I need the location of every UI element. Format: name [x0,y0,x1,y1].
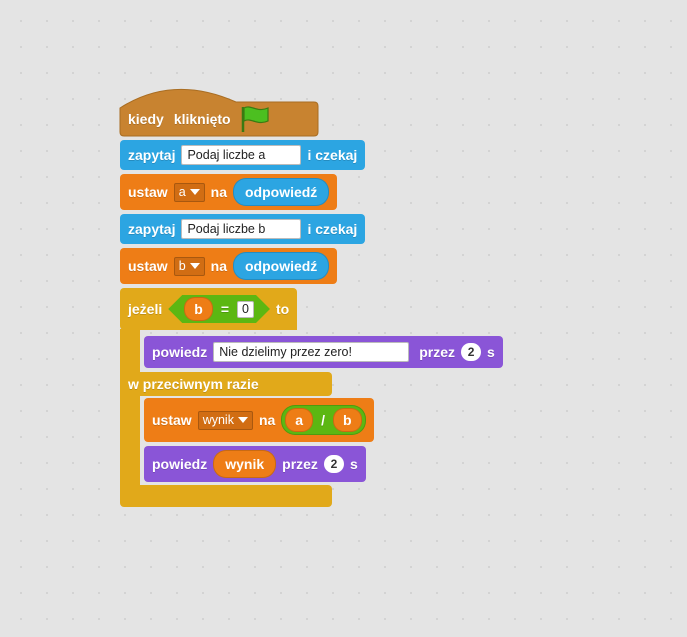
answer-reporter[interactable]: odpowiedź [232,252,330,280]
seconds-input[interactable]: 2 [323,455,344,473]
variable-name: b [178,259,186,273]
variable-name: wynik [202,413,234,427]
equals-sign: = [220,301,229,317]
ask-wait-label: i czekaj [307,147,358,163]
seconds-input[interactable]: 2 [461,343,482,361]
if-header: jeżeli b = 0 to [120,288,298,330]
ask-and-wait-block-b[interactable]: zapytaj Podaj liczbe b i czekaj [120,214,366,244]
say-for-secs-block-zero[interactable]: powiedz Nie dzielimy przez zero! przez 2… [144,336,503,368]
ask-prompt-input[interactable]: Podaj liczbe a [181,145,302,165]
divide-sign: / [321,412,325,428]
set-verb: ustaw [128,184,168,200]
set-to-label: na [258,412,276,428]
chevron-down-icon [189,189,200,195]
green-flag-icon [241,106,269,132]
hat-clicked-label: kliknięto [173,111,231,127]
equals-value-input[interactable]: 0 [237,301,254,318]
answer-reporter[interactable]: odpowiedź [232,178,330,206]
chevron-down-icon [237,417,248,423]
say-for-label: przez [282,456,318,472]
ask-verb: zapytaj [128,147,176,163]
if-else-bottom [120,485,332,507]
else-label: w przeciwnym razie [128,376,259,392]
say-for-secs-block-result[interactable]: powiedz wynik przez 2 s [144,446,366,482]
say-for-label: przez [419,344,456,360]
ask-wait-label: i czekaj [307,221,358,237]
set-to-label: na [210,258,227,274]
hat-when-label: kiedy [128,111,164,127]
else-arm [120,395,140,490]
variable-dropdown[interactable]: a [173,182,205,202]
set-verb: ustaw [152,412,192,428]
ask-prompt-input[interactable]: Podaj liczbe b [181,219,302,239]
seconds-unit: s [487,344,495,360]
set-to-label: na [210,184,227,200]
variable-dropdown[interactable]: wynik [197,410,253,430]
set-verb: ustaw [128,258,168,274]
say-message-input[interactable]: Nie dzielimy przez zero! [213,342,410,362]
variable-a-reporter[interactable]: a [285,408,314,432]
set-variable-block-wynik[interactable]: ustaw wynik na a / b [144,398,374,442]
chevron-down-icon [189,263,200,269]
if-label: jeżeli [128,301,163,317]
set-variable-block-a[interactable]: ustaw a na odpowiedź [120,174,338,210]
hat-content: kiedy kliknięto [120,102,279,136]
variable-dropdown[interactable]: b [173,256,205,276]
ask-verb: zapytaj [128,221,176,237]
then-label: to [275,301,290,317]
seconds-unit: s [349,456,358,472]
equals-operator[interactable]: b = 0 [168,295,270,323]
else-bar: w przeciwnym razie [120,372,332,396]
set-variable-block-b[interactable]: ustaw b na odpowiedź [120,248,338,284]
ask-and-wait-block-a[interactable]: zapytaj Podaj liczbe a i czekaj [120,140,366,170]
if-arm [120,329,140,375]
variable-wynik-reporter[interactable]: wynik [213,450,277,478]
variable-name: a [178,185,186,199]
say-verb: powiedz [152,456,208,472]
variable-b-reporter[interactable]: b [184,297,213,321]
say-verb: powiedz [152,344,208,360]
variable-b-reporter[interactable]: b [332,408,362,432]
divide-operator[interactable]: a / b [281,405,366,435]
